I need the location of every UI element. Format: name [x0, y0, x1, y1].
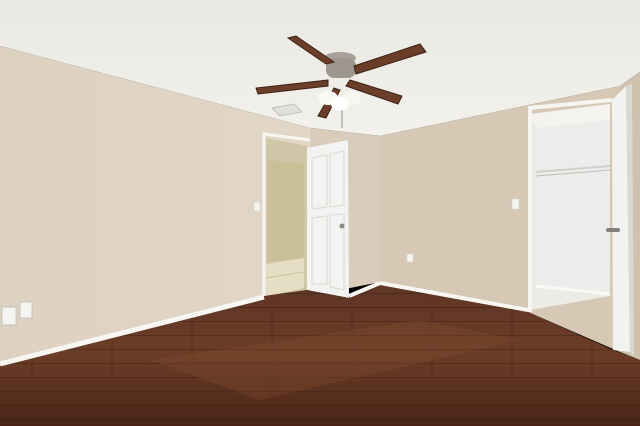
door-knob	[339, 223, 345, 229]
room-photo	[0, 0, 640, 426]
fan-light-3	[331, 97, 349, 111]
outlet-left-1	[1, 306, 17, 326]
outlet-left-2	[19, 301, 33, 319]
hallway-wall	[268, 160, 304, 262]
light-switch-right	[511, 198, 520, 210]
closet-back-wall	[536, 120, 610, 294]
light-switch-left	[253, 201, 261, 212]
center-door	[307, 140, 349, 298]
outlet-back-wall	[406, 253, 414, 263]
closet-door-handle	[606, 228, 620, 232]
